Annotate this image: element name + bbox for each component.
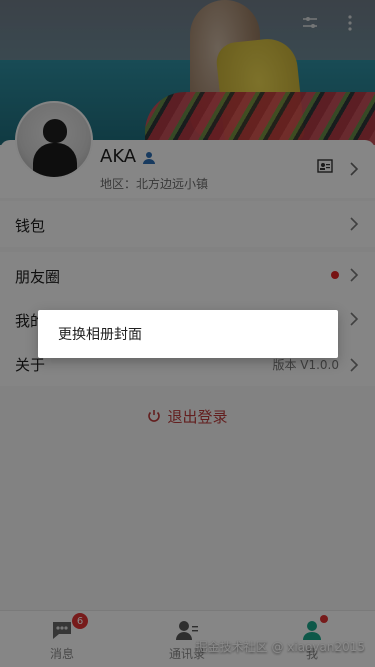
profile-screen: AKA 地区：北方边远小镇 钱包 朋友圈 我的 关于 版本 V1.0.0 退出登… (0, 0, 375, 667)
action-dialog: 更换相册封面 (38, 310, 338, 358)
change-cover-option[interactable]: 更换相册封面 (58, 324, 142, 344)
